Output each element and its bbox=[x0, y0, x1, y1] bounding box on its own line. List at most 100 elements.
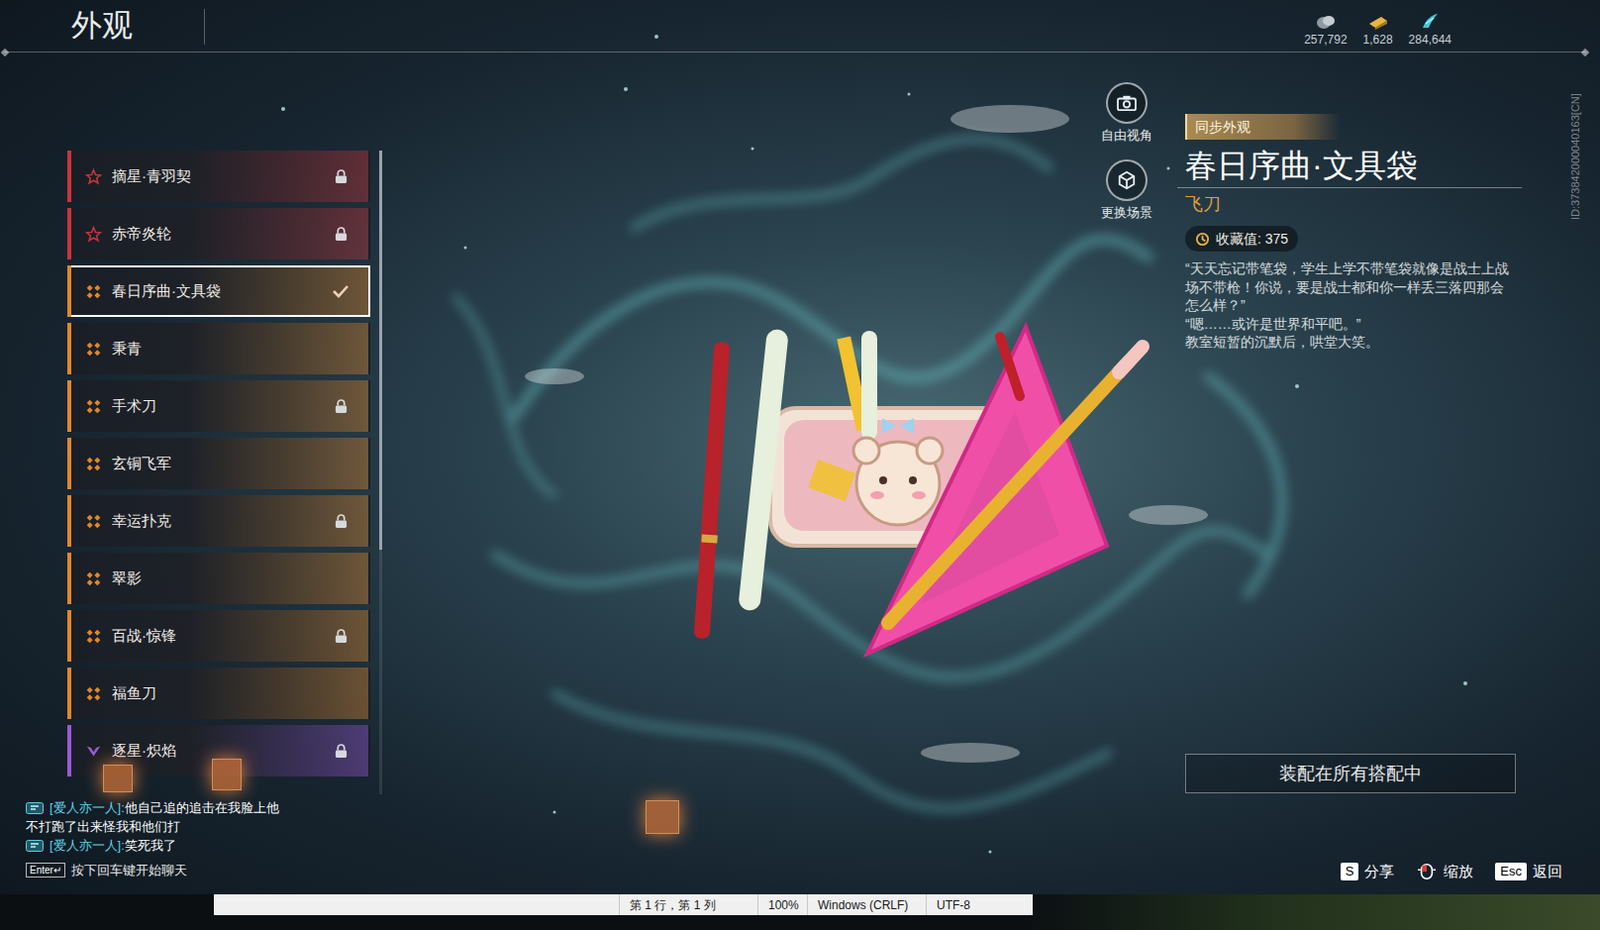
scene-cube-icon bbox=[1105, 159, 1148, 201]
currency-value: 1,628 bbox=[1363, 31, 1394, 48]
chat-line: [爱人亦一人]:他自己追的追击在我脸上他 bbox=[25, 798, 343, 817]
currency-value: 284,644 bbox=[1408, 31, 1452, 48]
channel-icon bbox=[25, 801, 44, 814]
skin-list-item[interactable]: 福鱼刀 bbox=[67, 667, 371, 719]
status-spacer bbox=[213, 894, 619, 915]
description-line: “嗯……或许是世界和平吧。” bbox=[1185, 314, 1517, 334]
item-status bbox=[320, 743, 361, 759]
skin-name: 秉青 bbox=[111, 337, 321, 361]
key-hints: S分享 缩放 Esc返回 bbox=[1340, 860, 1563, 884]
item-status bbox=[320, 513, 361, 529]
lock-icon bbox=[334, 226, 348, 242]
status-segment: 第 1 行，第 1 列 bbox=[618, 894, 758, 915]
star-tier-icon bbox=[85, 168, 102, 186]
skin-list-item[interactable]: 秉青 bbox=[67, 322, 371, 375]
weapon-category: 飞刀 bbox=[1185, 192, 1522, 216]
sync-tag: 同步外观 bbox=[1185, 113, 1340, 140]
chat-line: 不打跑了出来怪我和他们打 bbox=[25, 816, 343, 836]
key-cap: Esc bbox=[1495, 862, 1527, 881]
lantern-icon bbox=[102, 764, 133, 793]
view-button[interactable]: 自由视角 bbox=[1100, 82, 1153, 144]
star-tier-icon bbox=[85, 225, 102, 243]
key-hint[interactable]: S分享 bbox=[1340, 860, 1396, 884]
skin-list-item[interactable]: 春日序曲·文具袋 bbox=[67, 265, 371, 317]
rarity-bar bbox=[67, 380, 72, 432]
detail-panel: 同步外观春日序曲·文具袋飞刀收藏值: 375“天天忘记带笔袋，学生上学不带笔袋就… bbox=[1185, 113, 1522, 794]
rarity-bar bbox=[67, 322, 72, 375]
skin-name: 百战·惊锋 bbox=[111, 624, 321, 648]
lock-icon bbox=[334, 628, 348, 644]
check-icon bbox=[331, 284, 350, 299]
skin-name: 手术刀 bbox=[111, 395, 321, 418]
chat-sender: [爱人亦一人]: bbox=[49, 798, 125, 817]
enter-key-cap: Enter↵ bbox=[25, 862, 66, 878]
chat-text: 笑死我了 bbox=[124, 835, 177, 855]
collection-value: 收藏值: 375 bbox=[1185, 225, 1299, 252]
lock-icon bbox=[334, 743, 348, 759]
view-buttons: 自由视角更换场景 bbox=[1097, 82, 1157, 895]
chat-text: 不打跑了出来怪我和他们打 bbox=[25, 816, 181, 836]
rarity-bar bbox=[67, 437, 72, 490]
scrollbar-track[interactable] bbox=[379, 150, 383, 795]
status-segment: UTF-8 bbox=[925, 894, 1033, 915]
collection-icon bbox=[1195, 231, 1210, 247]
stationery-bag-render-icon bbox=[693, 316, 1159, 684]
skin-list-item[interactable]: 手术刀 bbox=[67, 380, 371, 432]
chat-line: [爱人亦一人]:笑死我了 bbox=[25, 835, 343, 855]
currency-icon bbox=[1367, 11, 1390, 30]
skin-list-item[interactable]: 赤帝炎轮 bbox=[67, 207, 371, 260]
right-group: 自由视角更换场景 同步外观春日序曲·文具袋飞刀收藏值: 375“天天忘记带笔袋，… bbox=[1097, 52, 1522, 895]
skin-title: 春日序曲·文具袋 bbox=[1185, 145, 1522, 186]
collection-text: 收藏值: 375 bbox=[1215, 228, 1289, 250]
status-segment: Windows (CRLF) bbox=[806, 894, 926, 915]
scrollbar-thumb[interactable] bbox=[379, 150, 383, 550]
item-status bbox=[320, 399, 361, 414]
lock-icon bbox=[334, 513, 348, 529]
cross-tier-icon bbox=[85, 340, 102, 358]
view-button[interactable]: 更换场景 bbox=[1100, 159, 1153, 221]
skin-list-item[interactable]: 翠影 bbox=[67, 552, 371, 604]
lock-icon bbox=[334, 399, 348, 414]
skin-list: 摘星·青羽契赤帝炎轮春日序曲·文具袋秉青手术刀玄铜飞军幸运扑克翠影百战·惊锋福鱼… bbox=[67, 150, 371, 795]
key-hint-label: 缩放 bbox=[1443, 860, 1474, 884]
chat-input-hint[interactable]: Enter↵ 按下回车键开始聊天 bbox=[25, 860, 343, 880]
key-hint[interactable]: 缩放 bbox=[1415, 860, 1474, 884]
chat-box[interactable]: [爱人亦一人]:他自己追的追击在我脸上他不打跑了出来怪我和他们打[爱人亦一人]:… bbox=[25, 798, 343, 880]
skin-name: 福鱼刀 bbox=[111, 682, 321, 705]
rarity-bar bbox=[67, 265, 72, 317]
crown-tier-icon bbox=[85, 742, 102, 760]
lock-icon bbox=[334, 169, 348, 185]
channel-icon bbox=[25, 839, 44, 852]
item-status bbox=[320, 284, 361, 299]
chat-hint-text: 按下回车键开始聊天 bbox=[71, 860, 188, 880]
status-segment: 100% bbox=[757, 894, 807, 915]
currency-icon bbox=[1419, 11, 1440, 30]
rarity-bar bbox=[67, 724, 72, 777]
skin-list-item[interactable]: 玄铜飞军 bbox=[67, 437, 371, 490]
lantern-icon bbox=[645, 800, 680, 834]
chat-sender: [爱人亦一人]: bbox=[49, 835, 125, 855]
rarity-bar bbox=[67, 667, 72, 719]
header-line bbox=[3, 51, 1587, 53]
key-cap: S bbox=[1340, 862, 1360, 881]
mouse-icon bbox=[1415, 862, 1438, 881]
equip-all-button[interactable]: 装配在所有搭配中 bbox=[1185, 753, 1516, 794]
key-hint[interactable]: Esc返回 bbox=[1495, 860, 1563, 884]
rarity-bar bbox=[67, 207, 72, 260]
editor-status-bar: 第 1 行，第 1 列100%Windows (CRLF)UTF-8 bbox=[213, 894, 1033, 915]
key-hint-label: 分享 bbox=[1364, 860, 1395, 884]
cross-tier-icon bbox=[85, 398, 102, 415]
page-title: 外观 bbox=[0, 8, 205, 45]
skin-list-item[interactable]: 摘星·青羽契 bbox=[67, 150, 371, 202]
rarity-bar bbox=[67, 609, 72, 662]
rarity-bar bbox=[67, 495, 72, 547]
currency: 1,628 bbox=[1363, 11, 1394, 48]
rarity-bar bbox=[67, 150, 72, 202]
skin-name: 幸运扑克 bbox=[111, 509, 321, 533]
view-button-label: 自由视角 bbox=[1100, 127, 1153, 144]
cross-tier-icon bbox=[85, 512, 102, 530]
currency-value: 257,792 bbox=[1303, 31, 1347, 48]
player-id: ID:373842000040163[CN] bbox=[1568, 93, 1583, 220]
skin-list-item[interactable]: 幸运扑克 bbox=[67, 495, 371, 547]
skin-list-item[interactable]: 百战·惊锋 bbox=[67, 609, 371, 662]
